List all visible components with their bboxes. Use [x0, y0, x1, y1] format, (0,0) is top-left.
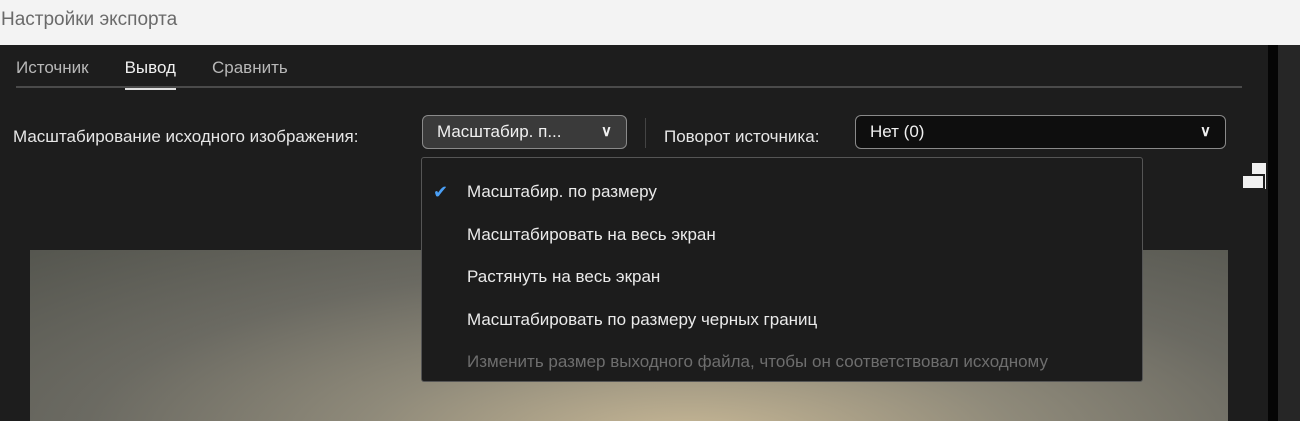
chevron-down-icon: ∨	[601, 123, 612, 140]
scaling-dropdown[interactable]: Масштабир. п... ∨	[422, 115, 627, 149]
scaling-dropdown-menu: ✔ Масштабир. по размеру Масштабировать н…	[421, 157, 1143, 382]
layout-icon[interactable]	[1242, 163, 1268, 191]
menu-item-stretch-to-fill[interactable]: Растянуть на весь экран	[422, 256, 1142, 299]
menu-item-scale-black-borders[interactable]: Масштабировать по размеру черных границ	[422, 299, 1142, 342]
side-panel	[1278, 45, 1300, 421]
divider	[645, 118, 646, 148]
panel-splitter[interactable]	[1268, 45, 1278, 421]
window-title: Настройки экспорта	[0, 0, 1300, 45]
menu-item-resize-output: Изменить размер выходного файла, чтобы о…	[422, 341, 1142, 384]
scaling-value: Масштабир. п...	[437, 122, 562, 141]
menu-item-label: Масштабировать на весь экран	[467, 224, 716, 244]
menu-item-scale-to-fill[interactable]: Масштабировать на весь экран	[422, 214, 1142, 257]
tab-divider	[16, 86, 1242, 88]
chevron-down-icon: ∨	[1200, 123, 1211, 140]
menu-item-scale-to-fit[interactable]: ✔ Масштабир. по размеру	[422, 171, 1142, 214]
rotation-dropdown[interactable]: Нет (0) ∨	[855, 115, 1226, 149]
checkmark-icon: ✔	[433, 181, 449, 202]
rotation-value: Нет (0)	[870, 122, 925, 141]
menu-item-label: Растянуть на весь экран	[467, 267, 661, 287]
menu-item-label: Изменить размер выходного файла, чтобы о…	[467, 352, 1048, 372]
menu-item-label: Масштабир. по размеру	[467, 182, 657, 202]
scaling-label: Масштабирование исходного изображения:	[13, 127, 359, 146]
menu-item-label: Масштабировать по размеру черных границ	[467, 309, 818, 329]
rotation-label: Поворот источника:	[664, 127, 820, 146]
